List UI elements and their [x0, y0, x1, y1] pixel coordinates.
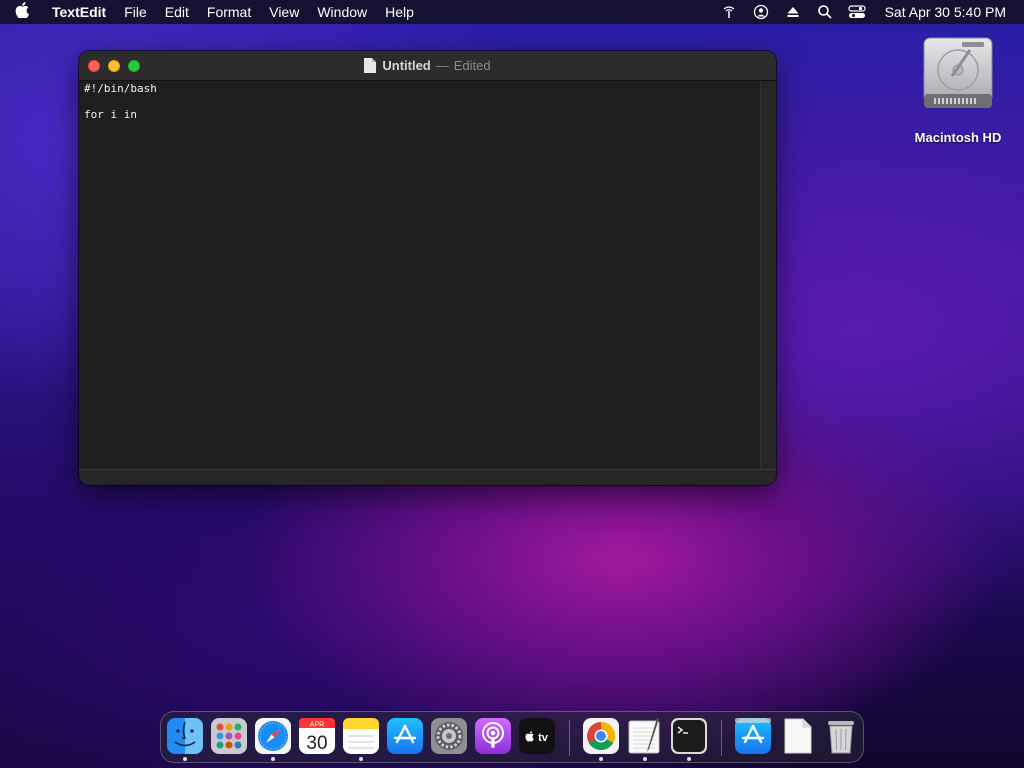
spotlight-search-icon[interactable]	[813, 0, 837, 24]
menu-window[interactable]: Window	[308, 0, 376, 24]
dock: APR 30 tv	[160, 711, 864, 763]
document-icon	[364, 58, 377, 73]
title-separator: —	[435, 58, 449, 73]
vertical-scrollbar[interactable]	[760, 81, 776, 470]
menu-edit[interactable]: Edit	[156, 0, 198, 24]
safari-icon[interactable]	[255, 718, 291, 754]
menu-view[interactable]: View	[260, 0, 308, 24]
running-indicator	[271, 757, 275, 761]
document-icon[interactable]	[779, 718, 815, 754]
text-editor-area[interactable]: #!/bin/bash for i in	[79, 81, 761, 470]
podcasts-icon[interactable]	[475, 718, 511, 754]
menu-file[interactable]: File	[115, 0, 156, 24]
finder-icon[interactable]	[167, 718, 203, 754]
macintosh-hd-desktop-icon[interactable]: Macintosh HD	[908, 36, 1008, 145]
menu-help[interactable]: Help	[376, 0, 423, 24]
user-account-icon[interactable]	[749, 0, 773, 24]
menubar-clock[interactable]: Sat Apr 30 5:40 PM	[885, 4, 1006, 20]
app-store-icon[interactable]	[387, 718, 423, 754]
horizontal-scrollbar[interactable]	[79, 469, 776, 485]
launchpad-icon[interactable]	[211, 718, 247, 754]
running-indicator	[183, 757, 187, 761]
editor-line: for i in	[84, 108, 137, 121]
calendar-day: 30	[306, 733, 327, 754]
running-indicator	[359, 757, 363, 761]
chrome-icon[interactable]	[583, 718, 619, 754]
editor-line: #!/bin/bash	[84, 82, 157, 95]
hard-drive-icon	[923, 37, 993, 108]
textedit-window: Untitled — Edited #!/bin/bash for i in	[79, 51, 776, 485]
running-indicator	[687, 757, 691, 761]
app-store-download-icon[interactable]	[735, 718, 771, 754]
window-titlebar[interactable]: Untitled — Edited	[79, 51, 776, 81]
textedit-icon[interactable]	[627, 718, 663, 754]
menu-format[interactable]: Format	[198, 0, 260, 24]
notes-icon[interactable]	[343, 718, 379, 754]
dock-separator	[569, 720, 570, 756]
airdrop-status-icon[interactable]	[717, 0, 741, 24]
running-indicator	[599, 757, 603, 761]
apple-menu-icon[interactable]	[0, 2, 44, 22]
running-indicator	[643, 757, 647, 761]
dock-separator	[721, 720, 722, 756]
calendar-month: APR	[310, 722, 324, 729]
apple-tv-icon[interactable]: tv	[519, 718, 555, 754]
terminal-icon[interactable]	[671, 718, 707, 754]
edited-status: Edited	[453, 58, 491, 73]
disk-label: Macintosh HD	[914, 130, 1002, 145]
menu-bar: TextEdit File Edit Format View Window He…	[0, 0, 1024, 24]
control-center-icon[interactable]	[845, 0, 869, 24]
window-title: Untitled — Edited	[79, 51, 776, 80]
eject-icon[interactable]	[781, 0, 805, 24]
tv-label: tv	[538, 732, 549, 744]
calendar-icon[interactable]: APR 30	[299, 718, 335, 754]
system-preferences-icon[interactable]	[431, 718, 467, 754]
trash-icon[interactable]	[823, 718, 859, 754]
app-menu-textedit[interactable]: TextEdit	[44, 0, 115, 24]
document-name: Untitled	[382, 58, 431, 73]
